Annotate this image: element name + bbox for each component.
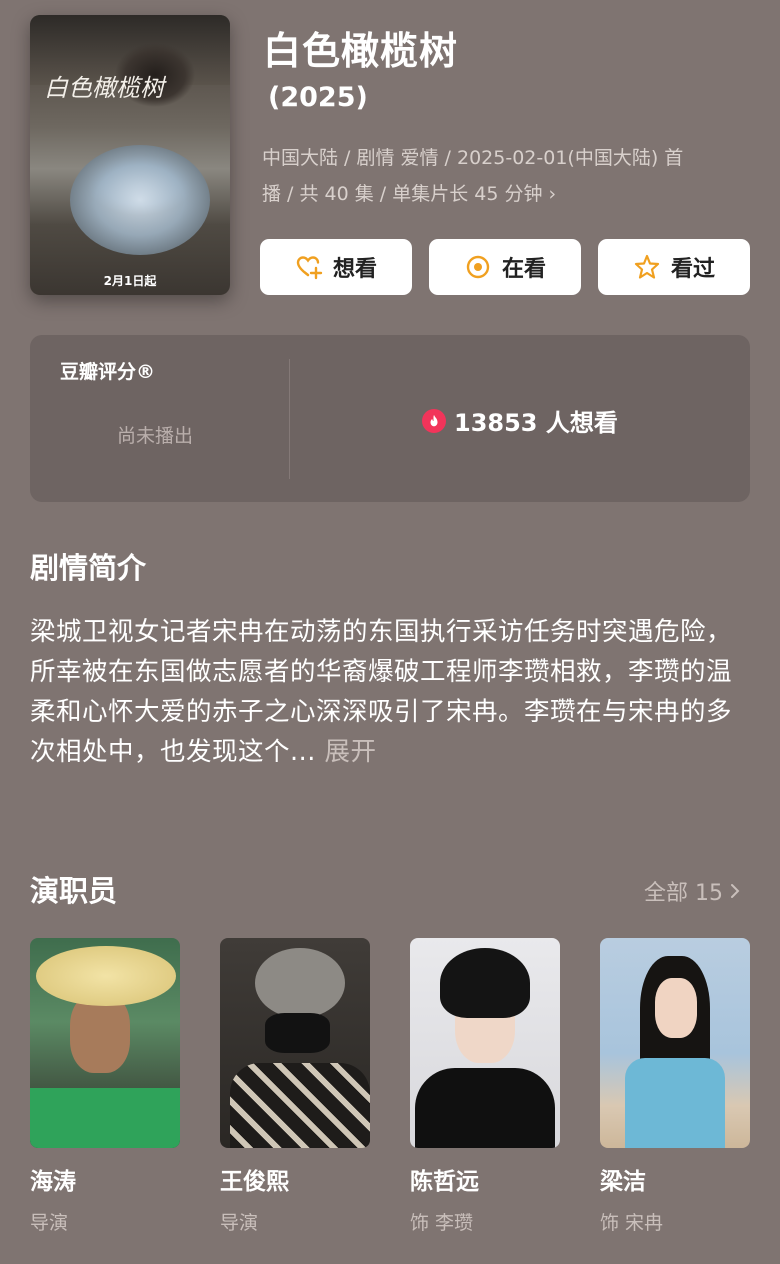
cast-photo	[220, 938, 370, 1148]
watching-label: 在看	[501, 257, 546, 282]
star-icon	[634, 254, 660, 279]
rating-card: 豆瓣评分® 尚未播出 13853 人想看	[30, 335, 750, 502]
movie-year: (2025)	[268, 82, 368, 113]
cast-role: 导演	[220, 1212, 259, 1234]
cast-card[interactable]: 梁洁 饰 宋冉	[600, 938, 750, 1235]
synopsis-title: 剧情简介	[30, 551, 147, 585]
meta-line-1: 中国大陆 / 剧情 爱情 / 2025-02-01(中国大陆) 首	[262, 147, 684, 169]
poster-title: 白色橄榄树	[44, 74, 164, 102]
meta-line-2: 播 / 共 40 集 / 单集片长 45 分钟 ›	[262, 183, 557, 205]
cast-name: 梁洁	[600, 1169, 646, 1195]
rating-divider	[289, 359, 290, 479]
synopsis-text: 梁城卫视女记者宋冉在动荡的东国执行采访任务时突遇危险，所幸被在东国做志愿者的华裔…	[30, 612, 755, 772]
movie-title: 白色橄榄树	[263, 29, 459, 73]
cast-card[interactable]: 王俊熙 导演	[220, 938, 370, 1235]
poster-date: 2月1日起	[103, 274, 157, 288]
poster-image[interactable]: 白色橄榄树 2月1日起	[30, 15, 230, 295]
rating-status: 尚未播出	[117, 425, 194, 447]
want-to-watch-label: 想看	[332, 257, 377, 282]
want-count[interactable]: 13853 人想看	[422, 403, 618, 438]
cast-name: 陈哲远	[410, 1169, 479, 1195]
watched-label: 看过	[670, 257, 715, 282]
heart-plus-icon	[296, 256, 323, 280]
chevron-right-icon	[731, 884, 740, 898]
cast-card[interactable]: 陈哲远 饰 李瓒	[410, 938, 560, 1235]
target-icon	[466, 255, 490, 279]
watching-button[interactable]: 在看	[429, 239, 581, 295]
fire-icon	[422, 408, 446, 433]
expand-link[interactable]: 展开	[324, 737, 376, 767]
douban-rating-label: 豆瓣评分®	[60, 361, 156, 383]
cast-title: 演职员	[30, 874, 118, 908]
poster-reflection	[70, 145, 210, 255]
want-to-watch-button[interactable]: 想看	[260, 239, 412, 295]
cast-role: 导演	[30, 1212, 69, 1234]
cast-name: 王俊熙	[220, 1169, 289, 1195]
movie-meta[interactable]: 中国大陆 / 剧情 爱情 / 2025-02-01(中国大陆) 首 播 / 共 …	[262, 140, 757, 212]
all-cast-link[interactable]: 全部 15	[644, 875, 741, 907]
cast-photo	[600, 938, 750, 1148]
cast-role: 饰 宋冉	[600, 1212, 664, 1234]
all-cast-label: 全部 15	[644, 881, 723, 906]
watched-button[interactable]: 看过	[598, 239, 750, 295]
chevron-right-icon: ›	[548, 183, 557, 205]
want-count-text: 13853 人想看	[454, 409, 618, 437]
cast-role: 饰 李瓒	[410, 1212, 474, 1234]
synopsis-body: 梁城卫视女记者宋冉在动荡的东国执行采访任务时突遇危险，所幸被在东国做志愿者的华裔…	[30, 617, 733, 767]
cast-photo	[30, 938, 180, 1148]
cast-card[interactable]: 海涛 导演	[30, 938, 180, 1235]
cast-name: 海涛	[30, 1169, 76, 1195]
cast-photo	[410, 938, 560, 1148]
